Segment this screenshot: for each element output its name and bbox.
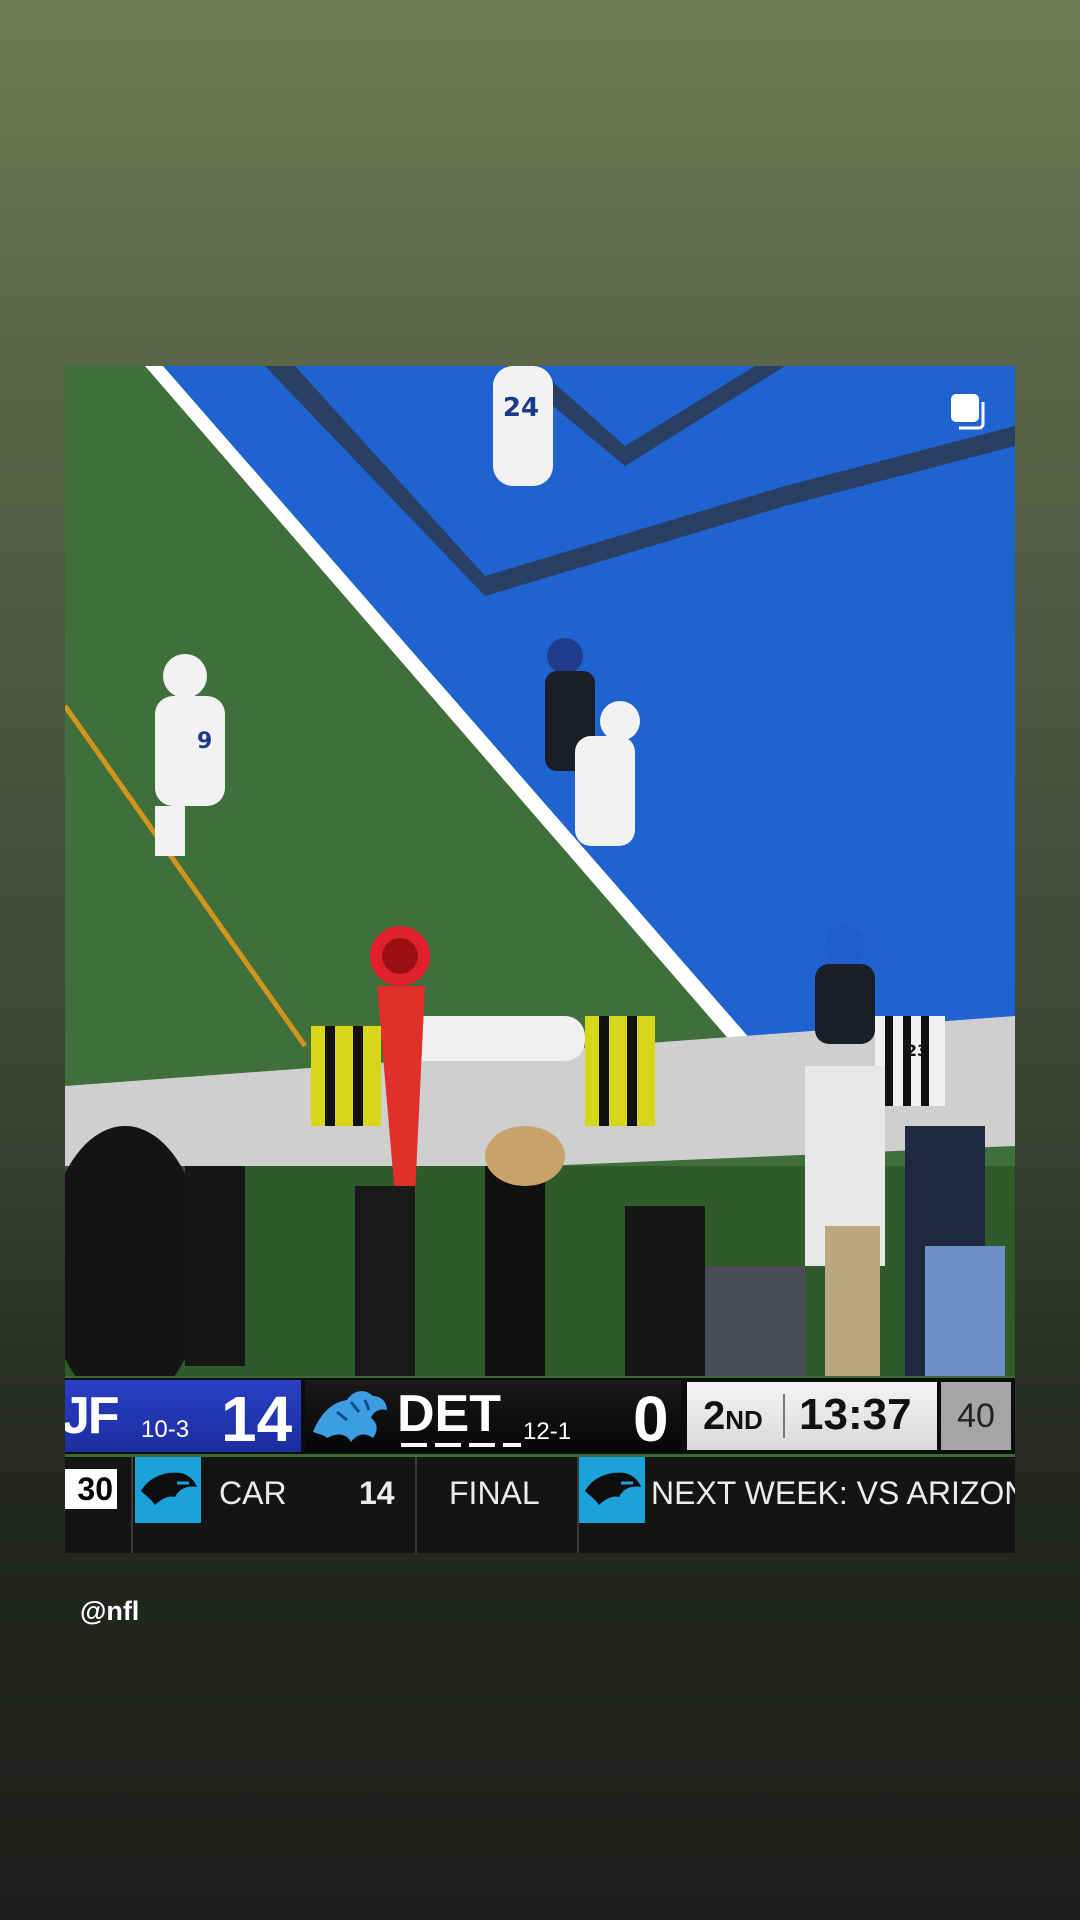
away-team-score: 14 [221, 1383, 293, 1455]
ticker-partial-score: 30 [65, 1469, 117, 1509]
scoreboard: JF 10-3 14 DET 12-1 0 2ND 13:37 40 [65, 1378, 1015, 1455]
game-clock-block: 2ND 13:37 [687, 1382, 937, 1450]
ticker-cell-team: CAR 14 [133, 1457, 417, 1553]
game-video-frame: 24 9 23 [65, 366, 1015, 1376]
home-team-score: 0 [633, 1383, 669, 1455]
ticker-team-abbr: CAR [219, 1475, 287, 1511]
game-clock: 13:37 [799, 1390, 912, 1439]
home-team-record: 12-1 [523, 1418, 572, 1445]
player-top: 24 [493, 366, 553, 486]
home-team-abbr: DET [397, 1385, 501, 1443]
quarter-indicator: 2ND [703, 1394, 763, 1439]
svg-text:24: 24 [503, 393, 539, 423]
home-team-block: DET 12-1 0 [305, 1380, 681, 1455]
quarter-number: 2 [703, 1394, 726, 1438]
panther-icon-2 [579, 1457, 645, 1523]
referee: 23 [875, 1016, 945, 1106]
ticker-status: FINAL [449, 1475, 540, 1511]
clock-divider [783, 1394, 785, 1438]
story-media[interactable]: 24 9 23 JF 10-3 14 DET 12-1 0 2ND 13:37 … [65, 366, 1015, 1553]
panther-icon [135, 1457, 201, 1523]
away-team-record: 10-3 [141, 1416, 190, 1443]
svg-text:23: 23 [906, 1041, 928, 1060]
ticker-cell-status: FINAL [417, 1457, 579, 1553]
lion-icon [313, 1391, 387, 1442]
ticker-next-game: NEXT WEEK: VS ARIZON [651, 1475, 1015, 1511]
away-team-block: JF 10-3 14 [65, 1380, 301, 1455]
copy-stack-icon[interactable] [949, 392, 989, 432]
quarter-suffix: ND [725, 1405, 763, 1435]
account-handle[interactable]: @nfl [80, 1596, 139, 1627]
away-team-abbr: JF [65, 1387, 120, 1445]
play-clock: 40 [941, 1382, 1011, 1450]
ticker-team-score: 14 [359, 1475, 395, 1511]
svg-text:9: 9 [197, 729, 212, 754]
ticker-cell-next: NEXT WEEK: VS ARIZON [579, 1457, 1015, 1553]
timeouts-indicator [401, 1443, 521, 1447]
ticker-cell-prev: 30 [65, 1457, 133, 1553]
score-ticker: 30 CAR 14 FINAL NEXT WEEK: VS ARIZON [65, 1457, 1015, 1553]
